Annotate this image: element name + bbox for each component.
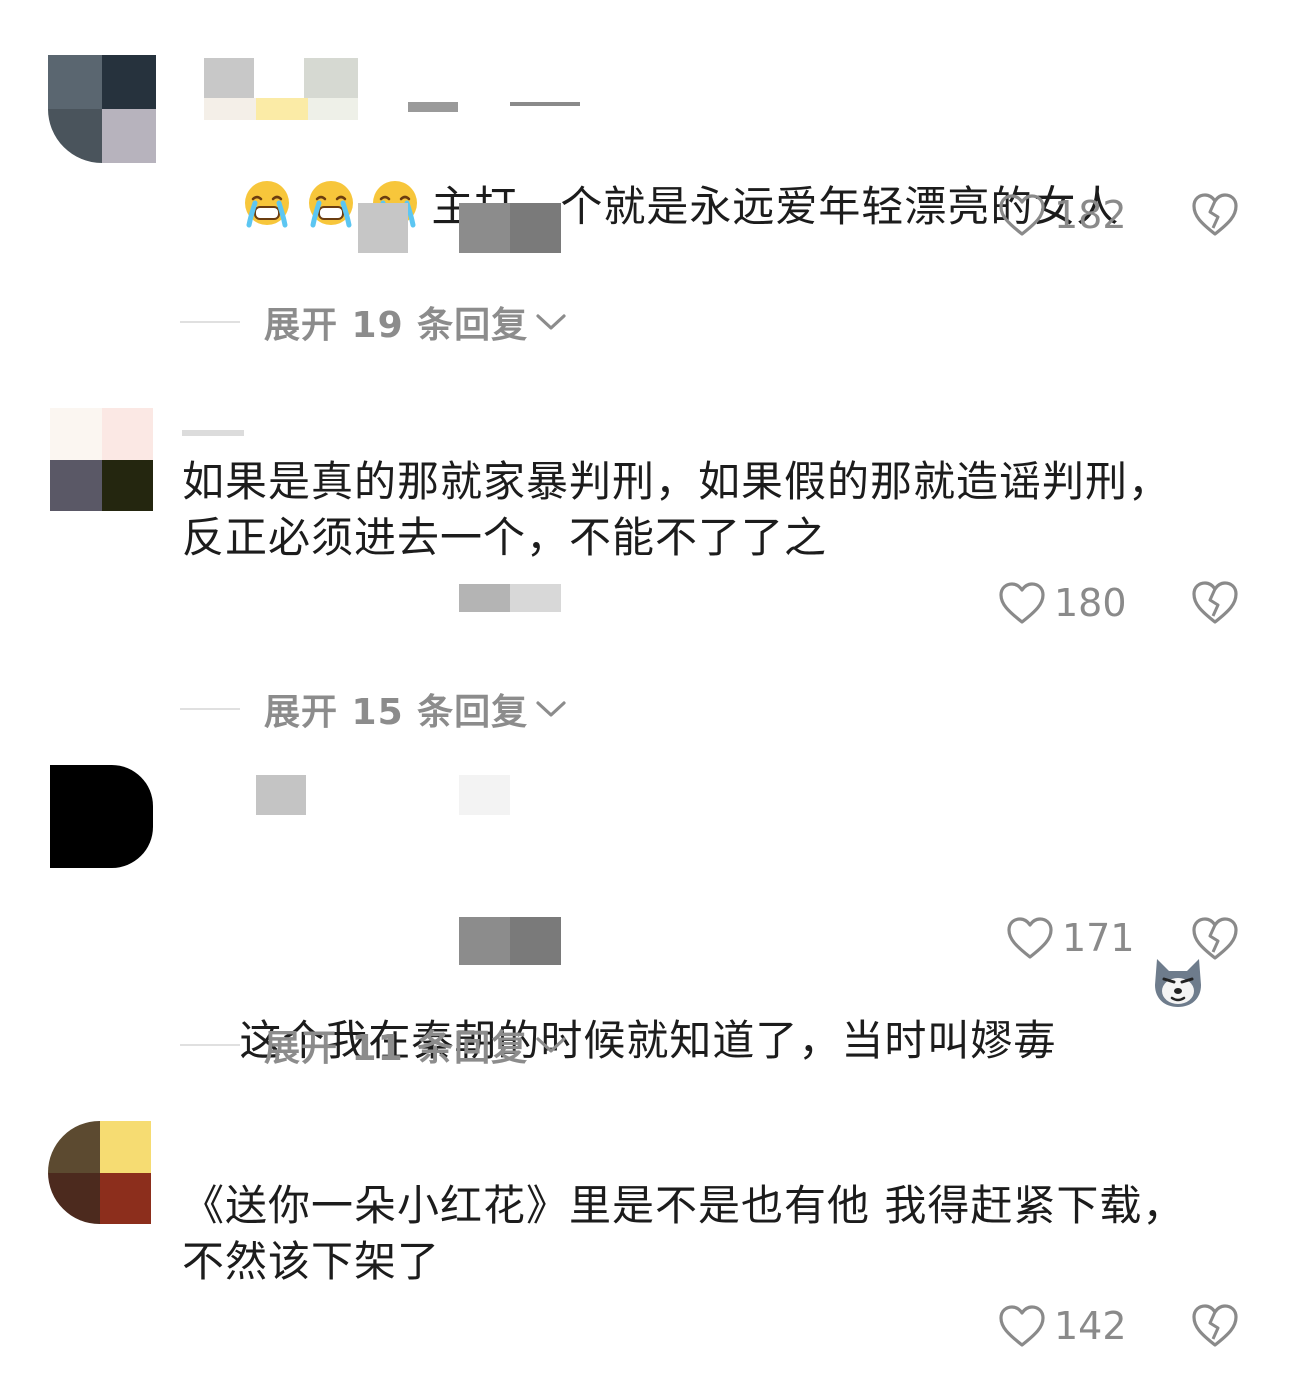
avatar[interactable] <box>48 1121 151 1224</box>
like-count: 182 <box>1054 193 1127 237</box>
avatar[interactable] <box>48 55 156 163</box>
redacted-block <box>459 775 510 815</box>
comment-text: 这个我在秦朝的时候就知道了，当时叫嫪毐 <box>182 843 1242 1135</box>
divider-line <box>180 1044 240 1046</box>
chevron-down-icon <box>536 314 566 330</box>
dislike-button[interactable] <box>1190 914 1240 966</box>
broken-heart-icon <box>1192 581 1238 624</box>
like-count: 142 <box>1054 1304 1127 1348</box>
like-count: 180 <box>1054 581 1127 625</box>
avatar[interactable] <box>50 408 153 511</box>
avatar[interactable] <box>50 765 153 868</box>
broken-heart-icon <box>1192 193 1238 236</box>
expand-replies-button[interactable]: 展开 11 条回复 <box>180 1019 568 1071</box>
comment-text: 如果是真的那就家暴判刑，如果假的那就造谣判刑， 反正必须进去一个，不能不了了之 <box>182 457 1172 562</box>
chevron-down-icon <box>536 1037 566 1053</box>
comment-text: 《送你一朵小红花》里是不是也有他 我得赶紧下载， 不然该下架了 <box>182 1181 1186 1286</box>
like-count: 171 <box>1062 916 1135 960</box>
expand-replies-button[interactable]: 展开 19 条回复 <box>180 296 568 348</box>
redacted-block <box>510 102 580 106</box>
divider-line <box>180 708 240 710</box>
chevron-down-icon <box>536 701 566 717</box>
heart-icon <box>999 194 1045 236</box>
broken-heart-icon <box>1192 1304 1238 1347</box>
broken-heart-icon <box>1192 917 1238 960</box>
like-button[interactable]: 171 <box>1006 915 1135 961</box>
expand-replies-button[interactable]: 展开 15 条回复 <box>180 683 568 735</box>
expand-replies-label: 展开 11 条回复 <box>264 1028 529 1069</box>
divider-line <box>180 321 240 323</box>
heart-icon <box>999 582 1045 624</box>
time-location-redacted <box>358 203 408 253</box>
like-button[interactable]: 180 <box>998 580 1127 626</box>
reply-button-redacted[interactable] <box>459 203 561 253</box>
reply-button-redacted[interactable] <box>459 917 561 965</box>
heart-icon <box>1007 917 1053 959</box>
username-redacted[interactable] <box>204 58 358 120</box>
username-redacted[interactable] <box>256 775 306 815</box>
expand-replies-label: 展开 19 条回复 <box>264 305 529 346</box>
redacted-block <box>408 102 458 112</box>
heart-icon <box>999 1305 1045 1347</box>
dislike-button[interactable] <box>1190 1301 1240 1353</box>
dislike-button[interactable] <box>1190 578 1240 630</box>
dislike-button[interactable] <box>1190 190 1240 242</box>
username-redacted[interactable] <box>182 430 244 436</box>
reply-button-redacted[interactable] <box>459 584 561 612</box>
like-button[interactable]: 142 <box>998 1303 1127 1349</box>
like-button[interactable]: 182 <box>998 192 1127 238</box>
crying-face-icon <box>309 181 354 228</box>
crying-face-icon <box>245 181 290 228</box>
expand-replies-label: 展开 15 条回复 <box>264 692 529 733</box>
